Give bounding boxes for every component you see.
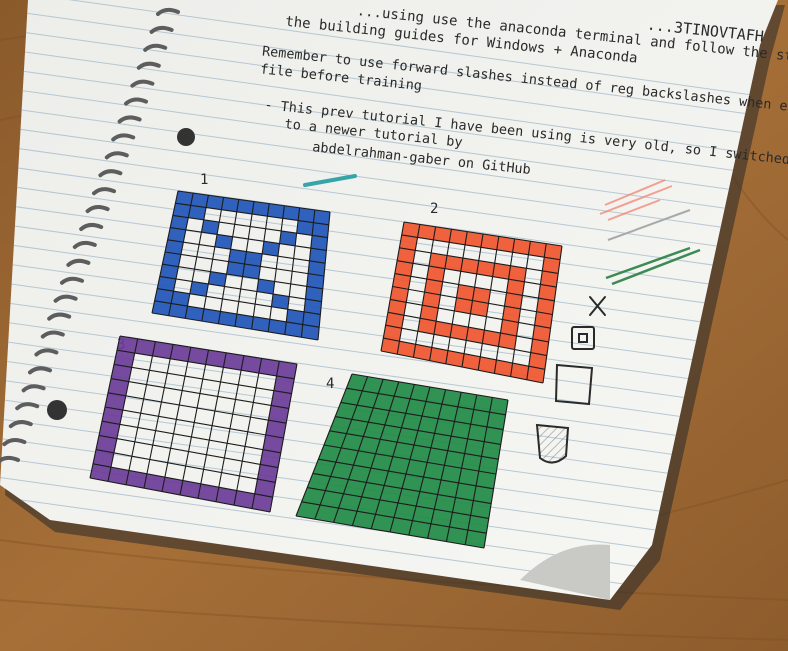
grid-number-4: 4 bbox=[326, 376, 334, 392]
notebook-photo: ...3TINOVTAFH ...using use the anaconda … bbox=[0, 0, 788, 651]
grid-number-1: 1 bbox=[200, 172, 208, 188]
punch-hole-bottom bbox=[47, 400, 67, 420]
hatched-shield-icon bbox=[535, 423, 570, 464]
grid-number-2: 2 bbox=[430, 201, 438, 217]
punch-hole-top bbox=[177, 128, 195, 146]
photo-canvas: ...3TINOVTAFH ...using use the anaconda … bbox=[0, 0, 788, 651]
